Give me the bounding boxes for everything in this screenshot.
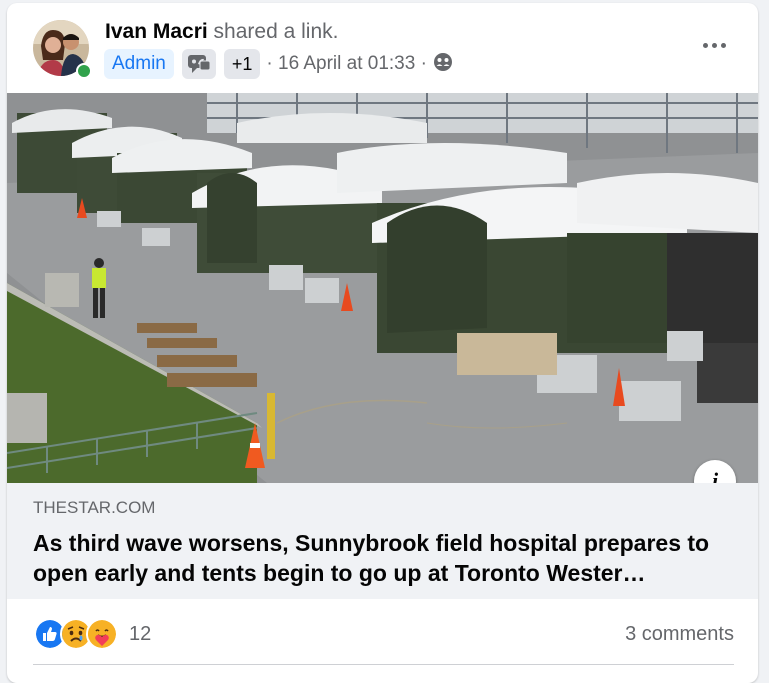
divider xyxy=(33,664,734,665)
link-domain: THESTAR.COM xyxy=(33,498,156,517)
shared-link-text: shared a link. xyxy=(207,20,339,43)
reactions-bar: 12 3 comments xyxy=(7,599,758,665)
more-badges-button[interactable]: +1 xyxy=(223,49,261,79)
post-card: Ivan Macri shared a link. Admin +1 · 16 … xyxy=(7,3,758,683)
reaction-icons[interactable] xyxy=(34,618,118,650)
post-timestamp[interactable]: · 16 April at 01:33 · xyxy=(266,53,427,75)
author-name[interactable]: Ivan Macri xyxy=(105,20,208,43)
care-icon xyxy=(86,618,118,650)
link-title[interactable]: As third wave worsens, Sunnybrook field … xyxy=(33,528,733,588)
audience-group-icon[interactable] xyxy=(433,52,453,77)
conversation-starter-badge-icon[interactable] xyxy=(181,49,216,79)
post-header: Ivan Macri shared a link. Admin +1 · 16 … xyxy=(7,3,758,93)
comments-count-link[interactable]: 3 comments xyxy=(625,623,734,646)
link-preview-image[interactable]: i xyxy=(7,93,758,483)
reaction-count[interactable]: 12 xyxy=(129,623,151,646)
more-options-icon[interactable] xyxy=(696,35,732,55)
admin-badge[interactable]: Admin xyxy=(104,49,174,79)
online-status-dot xyxy=(76,63,92,79)
post-meta: Admin +1 · 16 April at 01:33 · xyxy=(104,49,453,79)
link-preview[interactable]: THESTAR.COM As third wave worsens, Sunny… xyxy=(7,483,758,599)
post-author-line: Ivan Macri shared a link. xyxy=(105,20,338,44)
